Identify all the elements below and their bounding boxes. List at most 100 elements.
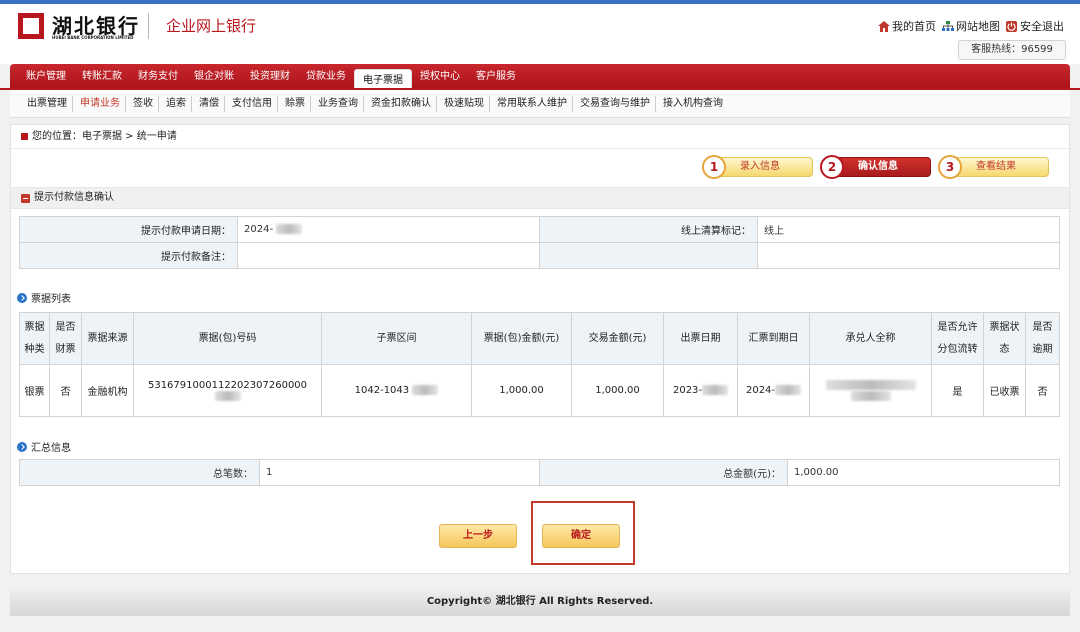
- masked-value: [276, 224, 303, 234]
- sub-nav-item[interactable]: 清偿: [194, 95, 225, 112]
- cell-bill-number: 5316791000112202307260000: [133, 364, 322, 417]
- service-hotline: 客服热线：96599: [958, 40, 1066, 60]
- masked-value: [850, 390, 891, 401]
- confirm-highlight-box: [531, 501, 635, 565]
- cell-issue-date: 2023-: [663, 364, 738, 417]
- apply-date-label: 提示付款申请日期：: [19, 216, 238, 243]
- home-icon: [878, 20, 890, 32]
- count-label: 总笔数：: [19, 459, 260, 486]
- table-header-row: 票据种类 是否财票 票据来源 票据(包)号码 子票区间 票据(包)金额(元) 交…: [19, 312, 1060, 365]
- col-header: 出票日期: [663, 312, 738, 365]
- arrow-circle-icon: [17, 441, 27, 452]
- step-label: 查看结果: [976, 161, 1016, 172]
- cell-is-overdue: 否: [1025, 364, 1060, 417]
- logo-divider: [148, 13, 149, 39]
- section-header: 提示付款信息确认: [11, 187, 1069, 209]
- step-view-result: 3 查看结果: [938, 155, 1049, 179]
- cell-split-allowed: 是: [931, 364, 984, 417]
- col-header: 承兑人全称: [809, 312, 932, 365]
- col-header: 票据来源: [81, 312, 134, 365]
- col-header: 票据种类: [19, 312, 50, 365]
- masked-value: [214, 390, 241, 401]
- cell-bill-source: 金融机构: [81, 364, 134, 417]
- cell-acceptor-name: [809, 364, 932, 417]
- main-nav-item[interactable]: 投资理财: [242, 64, 298, 90]
- summary-title: 汇总信息: [31, 443, 71, 454]
- main-nav-item[interactable]: 转账汇款: [74, 64, 130, 90]
- summary-table: 总笔数： 1 总金额(元)： 1,000.00: [19, 459, 1060, 486]
- empty-cell: [757, 242, 1060, 269]
- masked-value: [702, 385, 729, 395]
- main-nav-item[interactable]: 财务支付: [130, 64, 186, 90]
- sub-nav-item[interactable]: 资金扣款确认: [366, 95, 437, 112]
- remark-label: 提示付款备注：: [19, 242, 238, 269]
- home-link[interactable]: 我的首页: [878, 18, 936, 34]
- exit-icon: [1006, 20, 1017, 32]
- col-header: 是否允许分包流转: [931, 312, 984, 365]
- step-number: 2: [820, 155, 844, 179]
- portal-title: 企业网上银行: [166, 17, 257, 35]
- bank-logo-icon: [18, 13, 44, 39]
- col-header: 票据状态: [983, 312, 1026, 365]
- cell-due-date: 2024-: [737, 364, 810, 417]
- breadcrumb-text: 您的位置：电子票据 > 统一申请: [32, 130, 177, 142]
- col-header: 票据(包)金额(元): [471, 312, 572, 365]
- apply-date-value: 2024-: [237, 216, 540, 243]
- col-header: 是否财票: [49, 312, 82, 365]
- progress-steps: 1 录入信息 2 确认信息 3 查看结果: [702, 155, 1049, 179]
- main-nav-item[interactable]: 授权中心: [412, 64, 468, 90]
- step-label: 确认信息: [858, 161, 898, 172]
- sub-nav-item[interactable]: 支付信用: [227, 95, 278, 112]
- sub-nav-item[interactable]: 出票管理: [22, 95, 73, 112]
- cell-sub-range: 1042-1043: [321, 364, 472, 417]
- arrow-circle-icon: [17, 292, 27, 303]
- bill-list-header: 票据列表: [17, 290, 71, 305]
- logout-link-label: 安全退出: [1020, 20, 1064, 33]
- step-number: 3: [938, 155, 962, 179]
- sitemap-link[interactable]: 网站地图: [942, 18, 1000, 34]
- footer-copyright: Copyright© 湖北银行 All Rights Reserved.: [10, 588, 1070, 616]
- section-icon: [21, 193, 30, 203]
- sub-nav-item-active[interactable]: 申请业务: [75, 95, 126, 112]
- location-icon: [21, 133, 28, 140]
- clear-flag-label: 线上清算标记：: [539, 216, 758, 243]
- main-nav-item[interactable]: 贷款业务: [298, 64, 354, 90]
- col-header: 票据(包)号码: [133, 312, 322, 365]
- logout-link[interactable]: 安全退出: [1006, 18, 1064, 34]
- sub-nav-item[interactable]: 接入机构查询: [658, 96, 728, 112]
- sub-nav: 出票管理 申请业务 签收 追索 清偿 支付信用 赊票 业务查询 资金扣款确认 极…: [10, 90, 1070, 118]
- sub-nav-item[interactable]: 业务查询: [313, 95, 364, 112]
- step-confirm-info: 2 确认信息: [820, 155, 931, 179]
- main-nav: 账户管理 转账汇款 财务支付 银企对账 投资理财 贷款业务 电子票据 授权中心 …: [10, 64, 1070, 90]
- cell-is-finance-bill: 否: [49, 364, 82, 417]
- sub-nav-item[interactable]: 交易查询与维护: [575, 95, 656, 112]
- count-value: 1: [259, 459, 540, 486]
- sitemap-link-label: 网站地图: [956, 20, 1000, 33]
- bill-list-title: 票据列表: [31, 294, 71, 305]
- sub-nav-item[interactable]: 极速贴现: [439, 95, 490, 112]
- sub-nav-item[interactable]: 追索: [161, 95, 192, 112]
- main-nav-item[interactable]: 银企对账: [186, 64, 242, 90]
- cell-trade-amount: 1,000.00: [571, 364, 664, 417]
- main-content: 您的位置：电子票据 > 统一申请 1 录入信息 2 确认信息 3 查看结果 提示…: [10, 124, 1070, 574]
- sub-nav-item[interactable]: 赊票: [280, 95, 311, 112]
- col-header: 汇票到期日: [737, 312, 810, 365]
- cell-bill-type: 银票: [19, 364, 50, 417]
- prev-step-button[interactable]: 上一步: [439, 524, 517, 548]
- masked-value: [825, 379, 916, 390]
- main-nav-item-active[interactable]: 电子票据: [354, 69, 412, 90]
- masked-value: [412, 385, 439, 395]
- main-nav-item[interactable]: 客户服务: [468, 64, 524, 90]
- sub-nav-item[interactable]: 签收: [128, 95, 159, 112]
- table-row: 银票 否 金融机构 5316791000112202307260000 1042…: [19, 364, 1060, 417]
- main-nav-item[interactable]: 账户管理: [18, 64, 74, 90]
- sitemap-icon: [942, 20, 954, 31]
- amount-value: 1,000.00: [787, 459, 1060, 486]
- sub-nav-item[interactable]: 常用联系人维护: [492, 95, 573, 112]
- cell-bill-status: 已收票: [983, 364, 1026, 417]
- step-number: 1: [702, 155, 726, 179]
- masked-value: [775, 385, 802, 395]
- remark-value: [237, 242, 540, 269]
- cell-bill-amount: 1,000.00: [471, 364, 572, 417]
- step-enter-info: 1 录入信息: [702, 155, 813, 179]
